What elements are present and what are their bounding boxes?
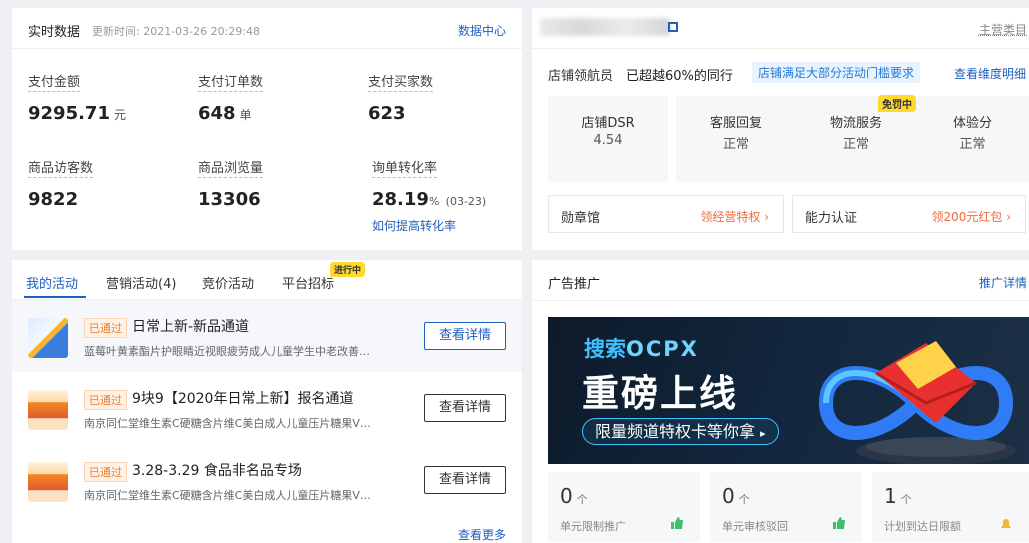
metric-value-payment-amount: 9295.71 元 — [28, 103, 126, 124]
metric-label-pageviews: 商品浏览量 — [198, 161, 264, 178]
banner-line1: 搜索OCPX — [584, 337, 699, 361]
data-center-link[interactable]: 数据中心 — [458, 22, 506, 39]
product-thumbnail[interactable] — [28, 390, 68, 430]
ads-card: 广告推广 推广详情 搜索OCPX 重磅上线 限量频道特权卡等你拿 ▸ 0个 单元… — [532, 260, 1029, 543]
metric-label-payment-amount: 支付金额 — [28, 75, 81, 92]
medal-hall[interactable]: 勋章馆 领经营特权 › — [548, 195, 784, 233]
view-detail-button[interactable]: 查看详情 — [424, 466, 506, 494]
metric-value-conversion: 28.19% (03-23) — [372, 189, 487, 210]
metric-label-conversion: 询单转化率 — [372, 161, 438, 178]
thumbs-up-icon — [671, 517, 683, 529]
status-badge: 已通过 — [84, 318, 127, 338]
ocpx-banner[interactable]: 搜索OCPX 重磅上线 限量频道特权卡等你拿 ▸ — [548, 317, 1029, 464]
realtime-data-card: 实时数据 更新时间: 2021-03-26 20:29:48 数据中心 支付金额… — [12, 8, 522, 250]
status-badge: 已通过 — [84, 390, 127, 410]
activities-card: 我的活动 营销活动(4) 竞价活动 平台招标 进行中 已通过 日常上新-新品通道… — [12, 260, 522, 543]
metric-value-orders: 648 单 — [198, 103, 252, 124]
dimension-detail-link[interactable]: 查看维度明细 — [954, 65, 1026, 82]
metric-value-pageviews: 13306 — [198, 189, 261, 210]
ads-detail-link[interactable]: 推广详情 — [979, 274, 1027, 291]
list-item: 已通过 3.28-3.29 食品非名品专场 南京同仁堂维生素C硬糖含片维C美白成… — [12, 444, 522, 516]
store-navigator-card: 主营类目 店铺领航员 已超越60%的同行 店铺满足大部分活动门槛要求 查看维度明… — [532, 8, 1029, 250]
activity-desc: 南京同仁堂维生素C硬糖含片维C美白成人儿童压片糖果V… — [84, 417, 371, 430]
active-tab-indicator — [24, 296, 86, 298]
main-category: 主营类目 — [978, 23, 1027, 37]
stat-daily-limit[interactable]: 1个 计划到达日限额 — [872, 472, 1029, 542]
navigator-label: 店铺领航员 — [548, 69, 614, 84]
infinity-envelope-icon — [818, 341, 1016, 464]
tab-marketing[interactable]: 营销活动(4) — [106, 273, 176, 292]
medal-action: 领经营特权 › — [700, 210, 769, 224]
capability-cert[interactable]: 能力认证 领200元红包 › — [792, 195, 1026, 233]
capability-action: 领200元红包 › — [931, 210, 1011, 224]
tab-bidding[interactable]: 竞价活动 — [202, 273, 254, 292]
metric-value-visitors: 9822 — [28, 189, 79, 210]
score-logistics[interactable]: 免罚中 物流服务 正常 — [796, 95, 916, 182]
warning-bell-icon — [1001, 519, 1011, 528]
view-detail-button[interactable]: 查看详情 — [424, 394, 506, 422]
metric-label-orders: 支付订单数 — [198, 75, 264, 92]
store-name-blurred — [540, 18, 670, 36]
banner-pill[interactable]: 限量频道特权卡等你拿 ▸ — [582, 418, 779, 445]
thumbs-up-icon — [833, 517, 845, 529]
update-time: 更新时间: 2021-03-26 20:29:48 — [92, 25, 261, 38]
banner-line2: 重磅上线 — [582, 372, 738, 415]
metric-label-visitors: 商品访客数 — [28, 161, 94, 178]
activity-desc: 南京同仁堂维生素C硬糖含片维C美白成人儿童压片糖果V… — [84, 489, 371, 502]
product-thumbnail[interactable] — [28, 318, 68, 358]
list-item: 已通过 日常上新-新品通道 蓝莓叶黄素酯片护眼睛近视眼疲劳成人儿童学生中老改善…… — [12, 300, 522, 372]
score-dsr[interactable]: 店铺DSR 4.54 — [548, 96, 668, 182]
stat-restricted-units[interactable]: 0个 单元限制推广 — [548, 472, 700, 542]
view-more-link[interactable]: 查看更多 — [458, 526, 506, 543]
product-thumbnail[interactable] — [28, 462, 68, 502]
exempt-badge: 免罚中 — [878, 95, 916, 112]
improve-conversion-link[interactable]: 如何提高转化率 — [372, 217, 456, 234]
metric-value-buyers: 623 — [368, 103, 406, 124]
in-progress-badge: 进行中 — [330, 262, 366, 277]
list-item: 已通过 9块9【2020年日常上新】报名通道 南京同仁堂维生素C硬糖含片维C美白… — [12, 372, 522, 444]
surpass-text: 已超越60%的同行 — [626, 69, 733, 84]
status-badge: 已通过 — [84, 462, 127, 482]
view-detail-button[interactable]: 查看详情 — [424, 322, 506, 350]
activity-desc: 蓝莓叶黄素酯片护眼睛近视眼疲劳成人儿童学生中老改善… — [84, 345, 370, 358]
threshold-tag: 店铺满足大部分活动门槛要求 — [752, 62, 921, 83]
score-experience[interactable]: 体验分 正常 — [916, 96, 1029, 182]
metric-label-buyers: 支付买家数 — [368, 75, 434, 92]
score-service-reply[interactable]: 客服回复 正常 — [676, 96, 796, 182]
ads-title: 广告推广 — [548, 277, 601, 292]
qr-code-icon[interactable] — [668, 22, 678, 32]
activity-title[interactable]: 9块9【2020年日常上新】报名通道 — [132, 388, 353, 408]
tab-my-activities[interactable]: 我的活动 — [26, 273, 78, 292]
activity-title[interactable]: 日常上新-新品通道 — [132, 316, 249, 336]
stat-rejected-units[interactable]: 0个 单元审核驳回 — [710, 472, 862, 542]
realtime-title: 实时数据 — [28, 25, 81, 40]
activity-title[interactable]: 3.28-3.29 食品非名品专场 — [132, 460, 302, 480]
tab-platform-bids[interactable]: 平台招标 — [282, 273, 334, 292]
